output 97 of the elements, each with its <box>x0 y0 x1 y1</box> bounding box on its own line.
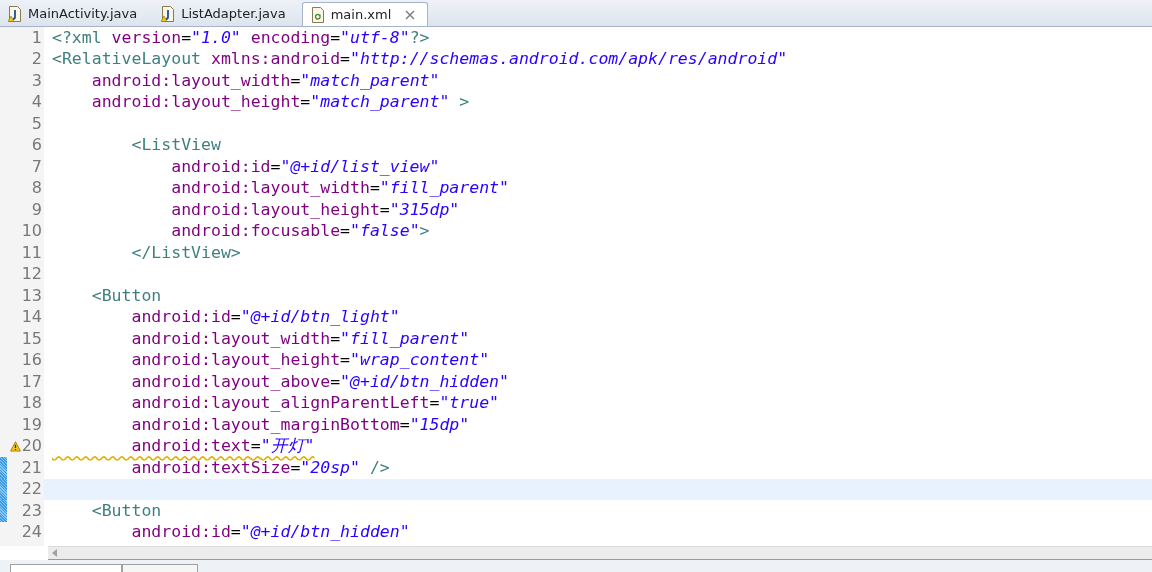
line-number: 16 <box>21 352 42 369</box>
code-token: android:layout_width <box>90 72 291 89</box>
code-token: "315dp" <box>389 201 460 218</box>
code-token: "15dp" <box>409 416 470 433</box>
code-token: = <box>330 330 341 347</box>
code-token: android:layout_height <box>130 352 341 369</box>
code-token: = <box>270 158 281 175</box>
line-number: 24 <box>21 524 42 541</box>
line-number: 17 <box>21 373 42 390</box>
code-token: = <box>181 29 192 46</box>
line-number: 9 <box>31 201 42 218</box>
code-editor[interactable] <box>0 27 1152 546</box>
code-token: = <box>330 29 341 46</box>
code-token: = <box>290 459 301 476</box>
code-token: = <box>300 94 311 111</box>
code-token: android:layout_marginBottom <box>130 416 400 433</box>
line-number: 6 <box>31 137 42 154</box>
code-token: version <box>110 29 182 46</box>
code-token: android:layout_above <box>130 373 331 390</box>
code-token: /> <box>368 459 390 476</box>
bottom-tab[interactable] <box>10 564 122 572</box>
code-token: = <box>379 201 390 218</box>
code-token: "20sp" <box>300 459 360 476</box>
code-token: = <box>290 72 301 89</box>
line-number: 10 <box>21 223 42 240</box>
code-token: = <box>399 416 410 433</box>
code-token: android:layout_width <box>170 180 370 197</box>
code-token: = <box>340 352 351 369</box>
code-token: <RelativeLayout <box>52 51 201 68</box>
code-token: xmlns:android <box>209 51 341 68</box>
code-token: "false" <box>350 223 420 240</box>
code-token: = <box>340 51 351 68</box>
code-token: <?xml <box>52 29 102 46</box>
code-token: "@+id/btn_hidden" <box>240 524 410 541</box>
code-token: </ListView> <box>130 244 241 261</box>
code-token: "1.0" <box>191 29 241 46</box>
code-token: ?> <box>409 29 430 46</box>
line-number: 20 <box>21 438 42 455</box>
code-token: "wrap_content" <box>350 352 490 369</box>
code-token: "开灯" <box>260 438 315 455</box>
code-token: "http://schemas.android.com/apk/res/android" <box>350 51 788 68</box>
bottom-tab[interactable] <box>122 564 198 572</box>
code-token: "@+id/btn_light" <box>240 309 400 326</box>
code-token: = <box>340 223 351 240</box>
line-number: 23 <box>21 502 42 519</box>
code-token: = <box>369 180 380 197</box>
code-token: > <box>419 223 430 240</box>
code-token: android:layout_height <box>90 94 301 111</box>
code-token: <Button <box>90 502 162 519</box>
line-number: 19 <box>21 416 42 433</box>
code-token: "match_parent" <box>300 72 440 89</box>
code-token: android:textSize <box>130 459 291 476</box>
line-number: 18 <box>21 395 42 412</box>
line-number: 5 <box>31 115 42 132</box>
editor-tab[interactable]: ListAdapter.java <box>153 2 302 26</box>
line-number: 12 <box>21 266 42 283</box>
line-number: 2 <box>31 51 42 68</box>
code-token: android:focusable <box>170 223 341 240</box>
code-token: "match_parent" <box>310 94 450 111</box>
code-token: "@+id/list_view" <box>280 158 440 175</box>
line-number: 3 <box>31 72 42 89</box>
code-token: android:id <box>130 524 231 541</box>
line-number: 8 <box>31 180 42 197</box>
code-token: = <box>230 309 241 326</box>
code-token: android:text <box>130 438 251 455</box>
code-token: = <box>250 438 261 455</box>
close-icon[interactable] <box>405 9 416 20</box>
line-number: 11 <box>21 244 42 261</box>
code-token: = <box>230 524 241 541</box>
code-token: android:layout_width <box>130 330 331 347</box>
code-token: "fill_parent" <box>340 330 470 347</box>
editor-tab[interactable]: main.xml <box>301 2 429 26</box>
code-token: <ListView <box>130 137 221 154</box>
code-token: > <box>458 94 470 111</box>
line-number: 4 <box>31 94 42 111</box>
code-token: "true" <box>439 395 500 412</box>
line-number: 13 <box>21 287 42 304</box>
code-token: android:id <box>130 309 231 326</box>
editor-tab[interactable]: MainActivity.java <box>0 2 154 26</box>
scroll-left-icon[interactable] <box>52 549 58 557</box>
line-number: 1 <box>31 29 42 46</box>
code-token: "fill_parent" <box>379 180 509 197</box>
code-token: android:layout_alignParentLeft <box>130 395 430 412</box>
code-token: "@+id/btn_hidden" <box>340 373 509 390</box>
code-token: <Button <box>90 287 162 304</box>
line-number: 22 <box>21 481 42 498</box>
horizontal-scrollbar[interactable] <box>48 546 1152 560</box>
line-number: 7 <box>31 158 42 175</box>
code-token: android:layout_height <box>170 201 380 218</box>
code-token: android:id <box>170 158 271 175</box>
line-number: 21 <box>21 459 42 476</box>
code-token: "utf-8" <box>340 29 410 46</box>
code-token: = <box>330 373 341 390</box>
code-token: encoding <box>249 29 331 46</box>
code-token: = <box>429 395 440 412</box>
line-number: 14 <box>21 309 42 326</box>
line-number: 15 <box>21 330 42 347</box>
